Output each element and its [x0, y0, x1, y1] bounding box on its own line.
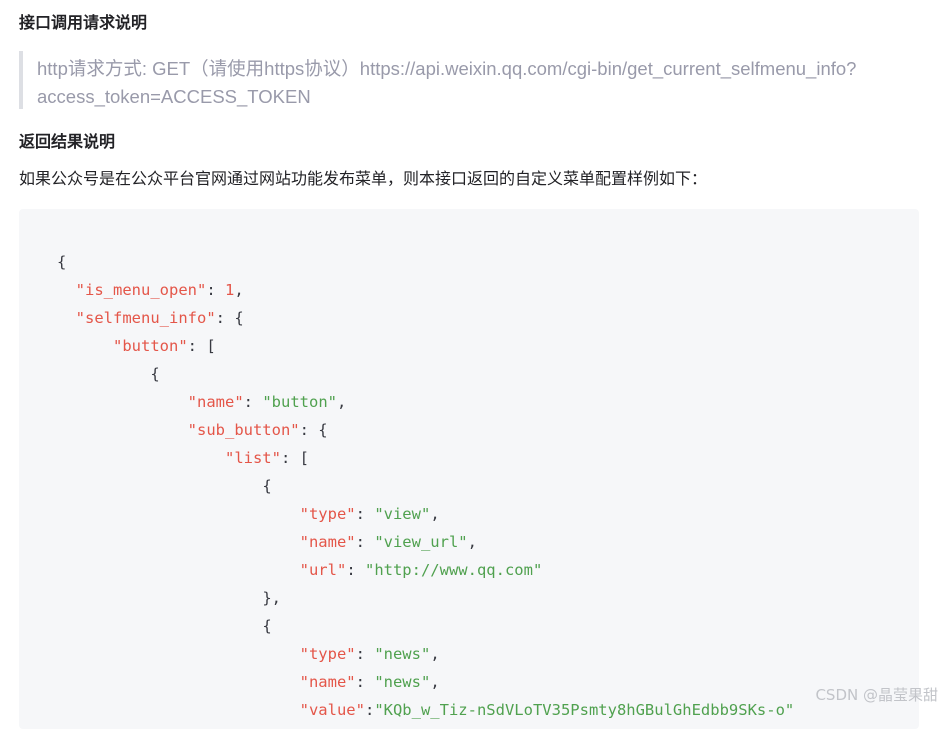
code-line: {: [57, 612, 794, 640]
code-punct-token: :: [364, 701, 375, 719]
code-punct-token: ,: [430, 505, 440, 523]
result-description: 如果公众号是在公众平台官网通过网站功能发布菜单，则本接口返回的自定义菜单配置样例…: [19, 169, 708, 188]
code-punct-token: {: [262, 477, 272, 495]
code-line: "list": [: [57, 444, 794, 472]
code-line: "type": "news",: [57, 640, 794, 668]
code-block[interactable]: { "is_menu_open": 1, "selfmenu_info": { …: [19, 209, 919, 729]
code-key-token: "list": [224, 449, 281, 467]
code-punct-token: ,: [336, 393, 347, 411]
code-line: "name": "view_url",: [57, 528, 794, 556]
code-line: {: [57, 360, 794, 388]
code-line: "selfmenu_info": {: [57, 304, 794, 332]
code-string-token: "http://www.qq.com": [364, 561, 543, 579]
code-punct-token: ,: [430, 673, 440, 691]
code-key-token: "name": [299, 533, 356, 551]
code-key-token: "sub_button": [187, 421, 300, 439]
code-line: "button": [: [57, 332, 794, 360]
quote-line: access_token=ACCESS_TOKEN: [37, 86, 311, 107]
code-line: "name": "button",: [57, 388, 794, 416]
code-line: "name": "news",: [57, 668, 794, 696]
code-key-token: "selfmenu_info": [75, 309, 216, 327]
code-punct-token: :: [243, 393, 263, 411]
code-string-token: "view": [374, 505, 431, 523]
code-punct-token: :: [355, 533, 375, 551]
watermark: CSDN @晶莹果甜: [815, 686, 938, 704]
code-punct-token: : {: [299, 421, 328, 439]
code-string-token: "view_url": [374, 533, 468, 551]
code-key-token: "type": [299, 645, 356, 663]
code-punct-token: {: [150, 365, 160, 383]
code-punct-token: {: [262, 617, 272, 635]
code-punct-token: ,: [234, 281, 244, 299]
code-punct-token: :: [355, 673, 375, 691]
code-string-token: "button": [262, 393, 337, 411]
code-line: {: [57, 248, 794, 276]
code-punct-token: : [: [280, 449, 309, 467]
section-title-result: 返回结果说明: [19, 132, 116, 151]
quote-line: http请求方式: GET（请使用https协议）https://api.wei…: [37, 58, 857, 79]
code-key-token: "button": [113, 337, 188, 355]
code-key-token: "name": [299, 673, 356, 691]
code-string-token: "news": [374, 673, 431, 691]
code-punct-token: {: [57, 253, 67, 271]
code-line: {: [57, 472, 794, 500]
code-line: "type": "view",: [57, 500, 794, 528]
code-line: "url": "http://www.qq.com": [57, 556, 794, 584]
code-punct-token: : [: [187, 337, 216, 355]
code-punct-token: :: [355, 505, 375, 523]
code-string-token: "news": [374, 645, 431, 663]
code-punct-token: :: [206, 281, 225, 299]
code-string-token: "KQb_w_Tiz-nSdVLoTV35Psmty8hGBulGhEdbb9S…: [374, 701, 795, 719]
code-line: "sub_button": {: [57, 416, 794, 444]
code-content: { "is_menu_open": 1, "selfmenu_info": { …: [57, 248, 794, 724]
code-key-token: "is_menu_open": [75, 281, 207, 299]
code-line: "is_menu_open": 1,: [57, 276, 794, 304]
code-punct-token: },: [262, 589, 281, 607]
code-punct-token: : {: [215, 309, 244, 327]
code-punct-token: :: [346, 561, 365, 579]
code-key-token: "type": [299, 505, 356, 523]
code-punct-token: ,: [430, 645, 440, 663]
code-key-token: "name": [187, 393, 244, 411]
code-key-token: "url": [299, 561, 347, 579]
code-key-token: 1: [225, 281, 235, 299]
code-line: },: [57, 584, 794, 612]
code-key-token: "value": [299, 701, 365, 719]
request-blockquote: http请求方式: GET（请使用https协议）https://api.wei…: [19, 51, 919, 109]
code-line: "value":"KQb_w_Tiz-nSdVLoTV35Psmty8hGBul…: [57, 696, 795, 724]
code-punct-token: ,: [467, 533, 477, 551]
code-punct-token: :: [355, 645, 375, 663]
section-title-request: 接口调用请求说明: [19, 13, 148, 32]
